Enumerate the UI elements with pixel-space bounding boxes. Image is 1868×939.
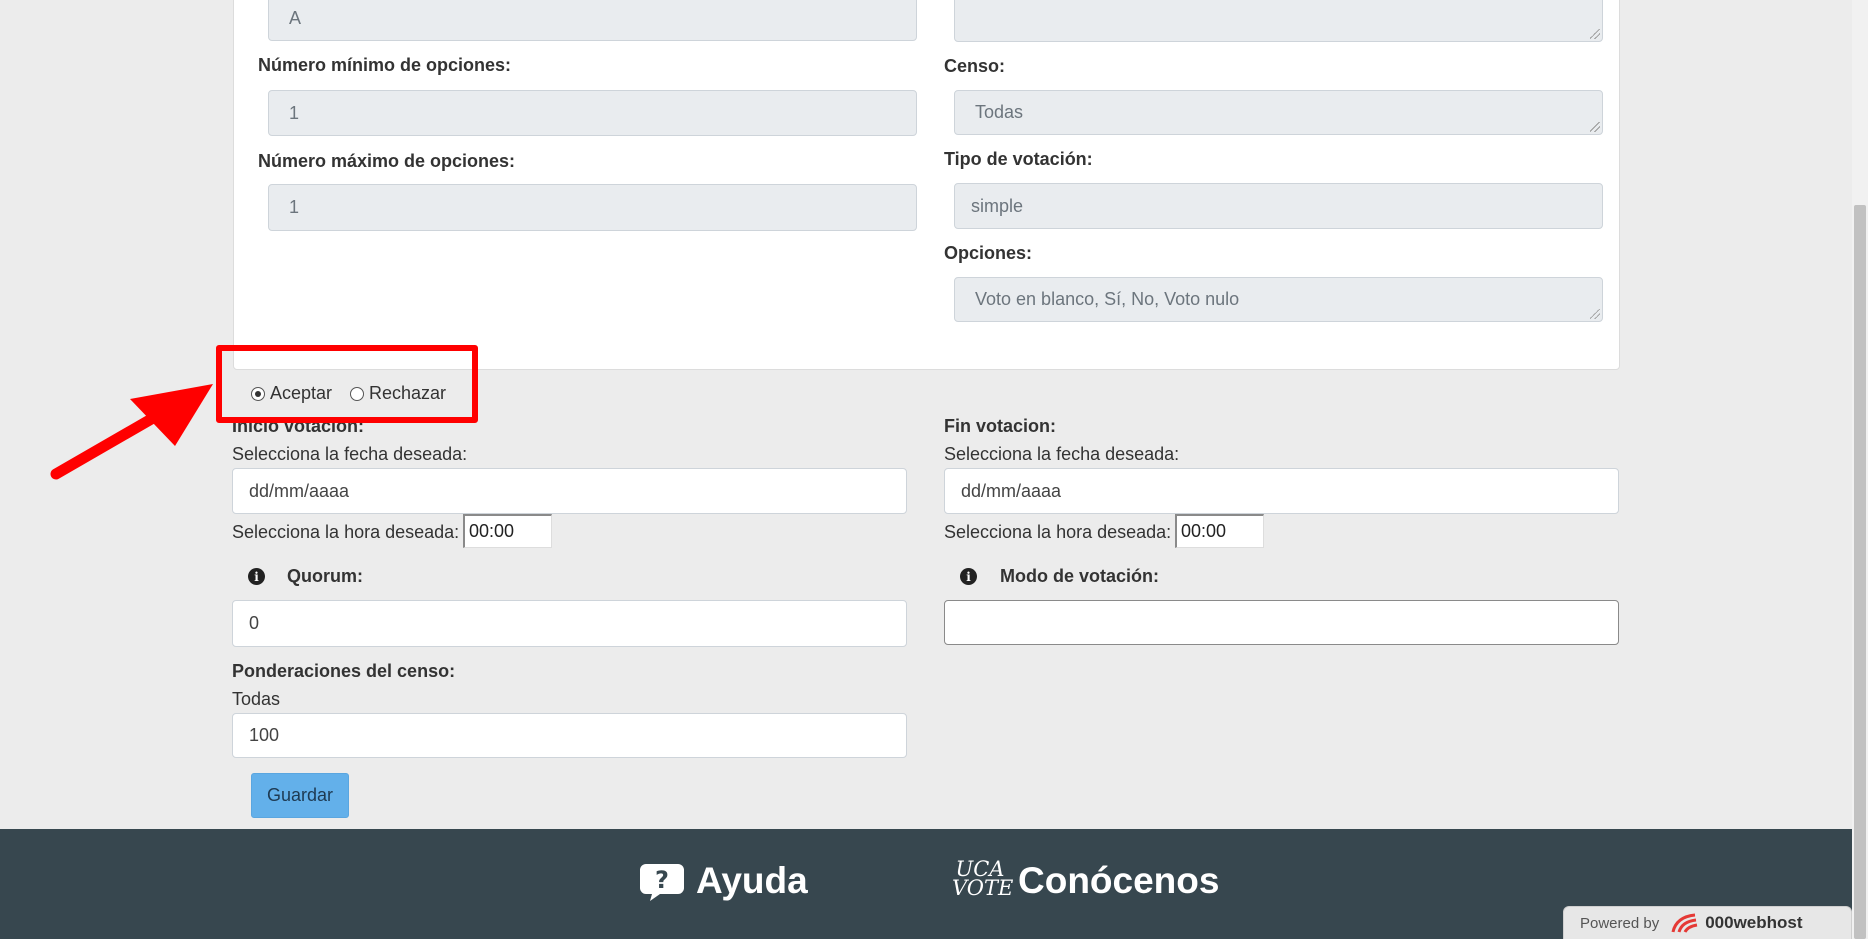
- page-scrollbar-thumb[interactable]: [1854, 205, 1866, 939]
- svg-text:?: ?: [655, 866, 669, 894]
- description-readonly: [954, 0, 1603, 42]
- opciones-readonly: Voto en blanco, Sí, No, Voto nulo: [954, 277, 1603, 322]
- field-a-readonly: A: [268, 0, 917, 41]
- max-options-readonly: 1: [268, 184, 917, 231]
- opciones-label: Opciones:: [944, 243, 1033, 263]
- inicio-fecha-prompt: Selecciona la fecha deseada:: [232, 444, 468, 464]
- censo-label: Censo:: [944, 56, 1006, 76]
- modo-info-icon[interactable]: i: [960, 568, 977, 585]
- tipo-votacion-label: Tipo de votación:: [944, 149, 1093, 169]
- quorum-input[interactable]: 0: [232, 600, 907, 647]
- inicio-hora-prompt: Selecciona la hora deseada:: [232, 522, 460, 542]
- annotation-arrow-icon: [50, 384, 213, 480]
- resize-handle-icon[interactable]: [1590, 122, 1600, 132]
- quorum-info-icon[interactable]: i: [248, 568, 265, 585]
- inicio-date-input[interactable]: dd/mm/aaaa: [232, 468, 907, 514]
- about-link[interactable]: Conócenos: [1018, 860, 1219, 902]
- inicio-time-input[interactable]: 00:00: [463, 514, 552, 548]
- resize-handle-icon[interactable]: [1590, 29, 1600, 39]
- censo-readonly: Todas: [954, 90, 1603, 135]
- save-button[interactable]: Guardar: [251, 773, 349, 818]
- webhost-logo-icon: [1671, 913, 1698, 933]
- annotation-highlight-box: [216, 345, 478, 423]
- quorum-label: Quorum:: [287, 566, 363, 586]
- modo-votacion-label: Modo de votación:: [1000, 566, 1159, 586]
- powered-by-badge[interactable]: Powered by 000webhost: [1563, 906, 1852, 939]
- uca-vote-logo[interactable]: UCA VOTE: [952, 859, 1013, 904]
- resize-handle-icon[interactable]: [1590, 309, 1600, 319]
- ponderaciones-group-label: Todas: [232, 689, 281, 709]
- fin-date-input[interactable]: dd/mm/aaaa: [944, 468, 1619, 514]
- min-options-readonly: 1: [268, 90, 917, 136]
- help-bubble-icon[interactable]: ?: [638, 860, 686, 902]
- min-options-label: Número mínimo de opciones:: [258, 55, 512, 75]
- fin-fecha-prompt: Selecciona la fecha deseada:: [944, 444, 1180, 464]
- help-link[interactable]: Ayuda: [696, 860, 808, 902]
- max-options-label: Número máximo de opciones:: [258, 151, 516, 171]
- tipo-votacion-readonly: simple: [954, 183, 1603, 229]
- ponderaciones-input[interactable]: 100: [232, 713, 907, 758]
- ponderaciones-label: Ponderaciones del censo:: [232, 661, 456, 681]
- fin-time-input[interactable]: 00:00: [1175, 514, 1264, 548]
- modo-votacion-select[interactable]: [944, 600, 1619, 645]
- fin-votacion-label: Fin votacion:: [944, 416, 1056, 436]
- fin-hora-prompt: Selecciona la hora deseada:: [944, 522, 1172, 542]
